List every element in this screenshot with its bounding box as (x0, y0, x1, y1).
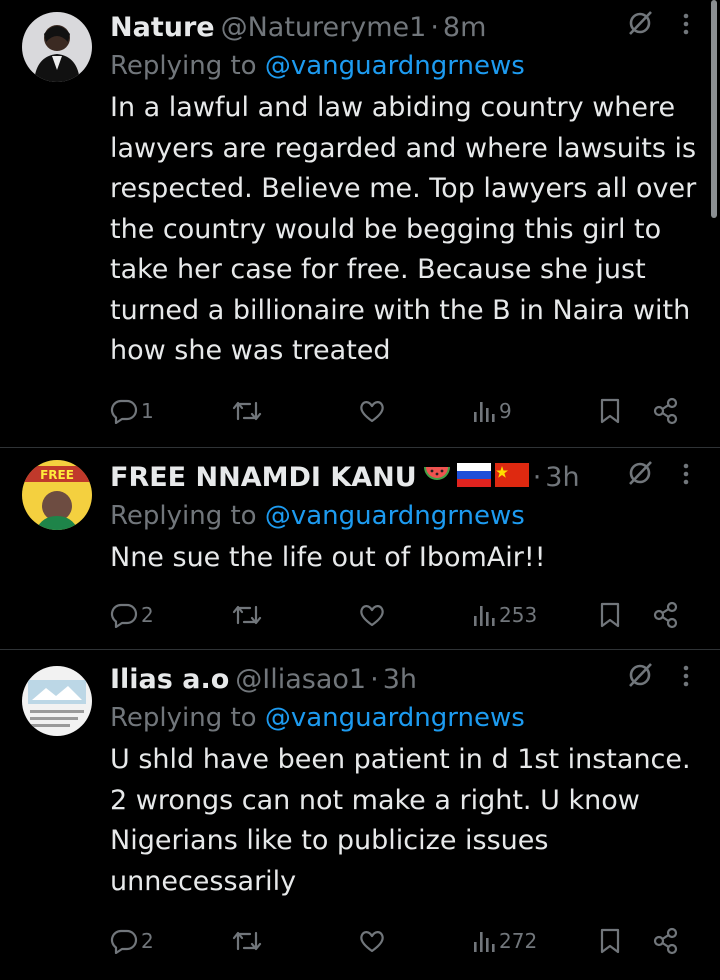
view-count: 253 (499, 603, 538, 627)
separator-dot: · (370, 664, 379, 695)
more-dots-icon[interactable] (682, 662, 690, 698)
reply-bubble-icon (110, 603, 138, 628)
avatar[interactable] (22, 12, 92, 82)
grok-icon[interactable] (626, 459, 654, 497)
view-count: 272 (499, 929, 538, 953)
display-name[interactable]: FREE NNAMDI KANU (110, 462, 417, 493)
share-button[interactable] (652, 396, 680, 426)
bookmark-icon (600, 928, 620, 954)
share-icon (653, 601, 678, 629)
replying-to: Replying to @vanguardngrnews (110, 46, 700, 86)
replying-to: Replying to @vanguardngrnews (110, 496, 700, 536)
reply-button[interactable]: 2 (110, 600, 154, 630)
separator-dot: · (430, 12, 439, 43)
replying-prefix: Replying to (110, 501, 257, 531)
bookmark-icon (600, 602, 620, 628)
reply-header: FREE NNAMDI KANU · 3h (110, 460, 700, 496)
heart-icon (360, 931, 384, 953)
separator-dot: · (532, 462, 542, 493)
avatar[interactable]: FREE (22, 460, 92, 530)
user-handle[interactable]: @Natureryme1 (221, 12, 427, 43)
russia-flag-icon (456, 461, 491, 497)
reply-button[interactable]: 2 (110, 926, 154, 956)
reply-bubble-icon (110, 929, 138, 954)
like-button[interactable] (358, 600, 389, 630)
views-button[interactable]: 253 (472, 600, 537, 630)
reply-text: In a lawful and law abiding country wher… (110, 92, 697, 366)
action-bar: 1 9 (110, 396, 690, 426)
reply-text: U shld have been patient in d 1st instan… (110, 744, 691, 897)
views-button[interactable]: 272 (472, 926, 537, 956)
heart-icon (360, 401, 384, 423)
reply-count: 1 (141, 399, 154, 423)
reply-item[interactable]: FREE FREE NNAMDI KANU · 3h Replying to @va… (0, 448, 720, 650)
bookmark-button[interactable] (598, 926, 622, 956)
reply-item[interactable]: Nature @Natureryme1 · 8m Replying to @vangu… (0, 0, 720, 448)
mention-link[interactable]: @vanguardngrnews (265, 703, 525, 733)
reply-text: Nne sue the life out of IbomAir!! (110, 542, 546, 573)
reply-count: 2 (141, 603, 154, 627)
reply-count: 2 (141, 929, 154, 953)
views-bars-icon (474, 606, 495, 626)
china-flag-icon (494, 461, 529, 497)
action-bar: 2 272 (110, 926, 690, 956)
views-bars-icon (474, 932, 495, 952)
avatar[interactable] (22, 666, 92, 736)
timestamp[interactable]: 3h (383, 664, 417, 695)
repost-button[interactable] (232, 396, 265, 426)
reply-bubble-icon (110, 399, 138, 424)
reply-header: Nature @Natureryme1 · 8m (110, 10, 700, 46)
repost-arrows-icon (232, 931, 262, 951)
avatar-caption: FREE (40, 468, 74, 482)
bookmark-button[interactable] (598, 396, 622, 426)
grok-icon[interactable] (626, 661, 654, 699)
share-icon (653, 397, 678, 425)
more-dots-icon[interactable] (682, 10, 690, 46)
repost-button[interactable] (232, 926, 265, 956)
share-icon (653, 927, 678, 955)
reply-button[interactable]: 1 (110, 396, 154, 426)
view-count: 9 (499, 399, 512, 423)
display-name[interactable]: Ilias a.o (110, 664, 229, 695)
more-dots-icon[interactable] (682, 460, 690, 496)
action-bar: 2 253 (110, 600, 690, 630)
watermelon-icon (421, 461, 453, 497)
mention-link[interactable]: @vanguardngrnews (265, 501, 525, 531)
share-button[interactable] (652, 926, 680, 956)
heart-icon (360, 605, 384, 627)
bookmark-icon (600, 398, 620, 424)
like-button[interactable] (358, 926, 389, 956)
timestamp[interactable]: 8m (443, 12, 486, 43)
views-bars-icon (474, 402, 495, 422)
mention-link[interactable]: @vanguardngrnews (265, 51, 525, 81)
replying-prefix: Replying to (110, 51, 257, 81)
like-button[interactable] (358, 396, 389, 426)
grok-icon[interactable] (626, 9, 654, 47)
reply-header: Ilias a.o @Iliasao1 · 3h (110, 662, 700, 698)
user-handle[interactable]: @Iliasao1 (235, 664, 366, 695)
display-name[interactable]: Nature (110, 12, 215, 43)
timestamp[interactable]: 3h (545, 462, 579, 493)
share-button[interactable] (652, 600, 680, 630)
repost-button[interactable] (232, 600, 265, 630)
repost-arrows-icon (232, 401, 262, 421)
replying-to: Replying to @vanguardngrnews (110, 698, 700, 738)
reply-item[interactable]: Ilias a.o @Iliasao1 · 3h Replying to @vangu… (0, 650, 720, 980)
replying-prefix: Replying to (110, 703, 257, 733)
views-button[interactable]: 9 (472, 396, 512, 426)
repost-arrows-icon (232, 605, 262, 625)
bookmark-button[interactable] (598, 600, 622, 630)
